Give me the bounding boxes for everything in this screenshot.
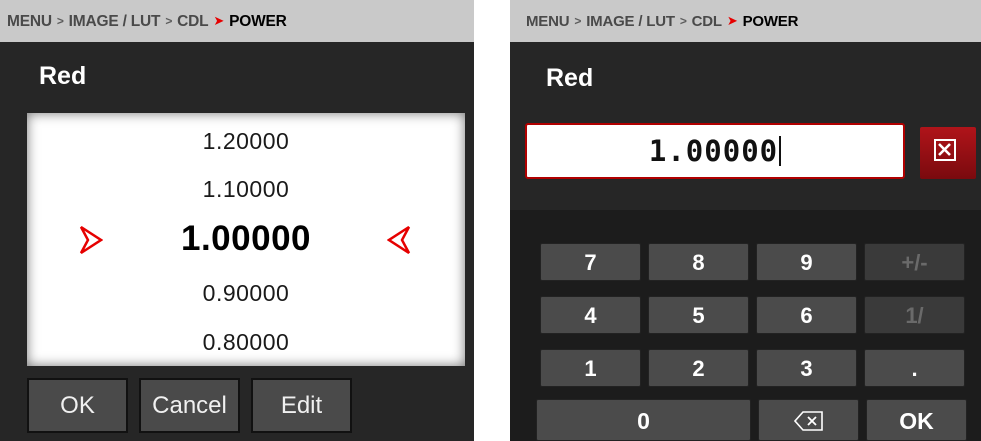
breadcrumb-item-cdl[interactable]: CDL	[177, 13, 208, 30]
page-title: Red	[546, 64, 594, 92]
value-picker[interactable]: 1.20000 1.10000 1.00000 0.90000 0.80000	[27, 113, 465, 366]
breadcrumb-current: POWER	[229, 13, 287, 30]
page-title: Red	[39, 62, 87, 90]
breadcrumb-current-arrow-icon: ➤	[213, 13, 225, 28]
clear-button[interactable]	[920, 127, 976, 179]
key-decimal-point[interactable]: .	[864, 349, 965, 387]
picker-option[interactable]: 1.10000	[27, 176, 465, 203]
value-input[interactable]: 1.00000	[525, 123, 905, 179]
key-4[interactable]: 4	[540, 296, 641, 334]
breadcrumb-separator-icon: >	[574, 14, 582, 28]
key-5[interactable]: 5	[648, 296, 749, 334]
key-plus-minus[interactable]: +/-	[864, 243, 965, 281]
breadcrumb-separator-icon: >	[165, 14, 173, 28]
key-2[interactable]: 2	[648, 349, 749, 387]
breadcrumb-current: POWER	[742, 13, 799, 30]
key-6[interactable]: 6	[756, 296, 857, 334]
key-0[interactable]: 0	[536, 399, 751, 441]
picker-option[interactable]: 0.80000	[27, 329, 465, 356]
breadcrumb-item-image-lut[interactable]: IMAGE / LUT	[69, 13, 161, 30]
breadcrumb-separator-icon: >	[679, 14, 687, 28]
breadcrumb-item-menu[interactable]: MENU	[7, 13, 52, 30]
left-panel: MENU > IMAGE / LUT > CDL ➤ POWER Red 1.20000 1…	[0, 0, 474, 441]
backspace-button[interactable]	[758, 399, 859, 441]
text-cursor	[779, 136, 782, 166]
selection-arrow-left-icon	[387, 225, 411, 255]
edit-button[interactable]: Edit	[251, 378, 352, 433]
breadcrumb-item-menu[interactable]: MENU	[526, 13, 570, 30]
breadcrumb: MENU > IMAGE / LUT > CDL ➤ POWER	[0, 0, 474, 42]
breadcrumb-item-cdl[interactable]: CDL	[692, 13, 722, 30]
selection-arrow-right-icon	[79, 225, 103, 255]
close-box-icon	[934, 139, 956, 161]
value-input-text: 1.00000	[648, 134, 779, 168]
picker-option[interactable]: 0.90000	[27, 280, 465, 307]
backspace-icon	[794, 411, 823, 431]
breadcrumb-item-image-lut[interactable]: IMAGE / LUT	[586, 13, 675, 30]
right-panel: MENU > IMAGE / LUT > CDL ➤ POWER Red 1.00000 7…	[510, 0, 981, 441]
key-reciprocal[interactable]: 1/	[864, 296, 965, 334]
ok-key[interactable]: OK	[866, 399, 967, 441]
cancel-button[interactable]: Cancel	[139, 378, 240, 433]
key-9[interactable]: 9	[756, 243, 857, 281]
breadcrumb-current-arrow-icon: ➤	[726, 13, 738, 28]
key-8[interactable]: 8	[648, 243, 749, 281]
picker-option[interactable]: 1.20000	[27, 128, 465, 155]
key-3[interactable]: 3	[756, 349, 857, 387]
key-7[interactable]: 7	[540, 243, 641, 281]
numeric-keypad: 7 8 9 +/- 4 5 6 1/ 1 2 3 . 0 OK	[510, 210, 981, 441]
ok-button[interactable]: OK	[27, 378, 128, 433]
breadcrumb: MENU > IMAGE / LUT > CDL ➤ POWER	[510, 0, 981, 42]
breadcrumb-separator-icon: >	[56, 14, 64, 28]
key-1[interactable]: 1	[540, 349, 641, 387]
